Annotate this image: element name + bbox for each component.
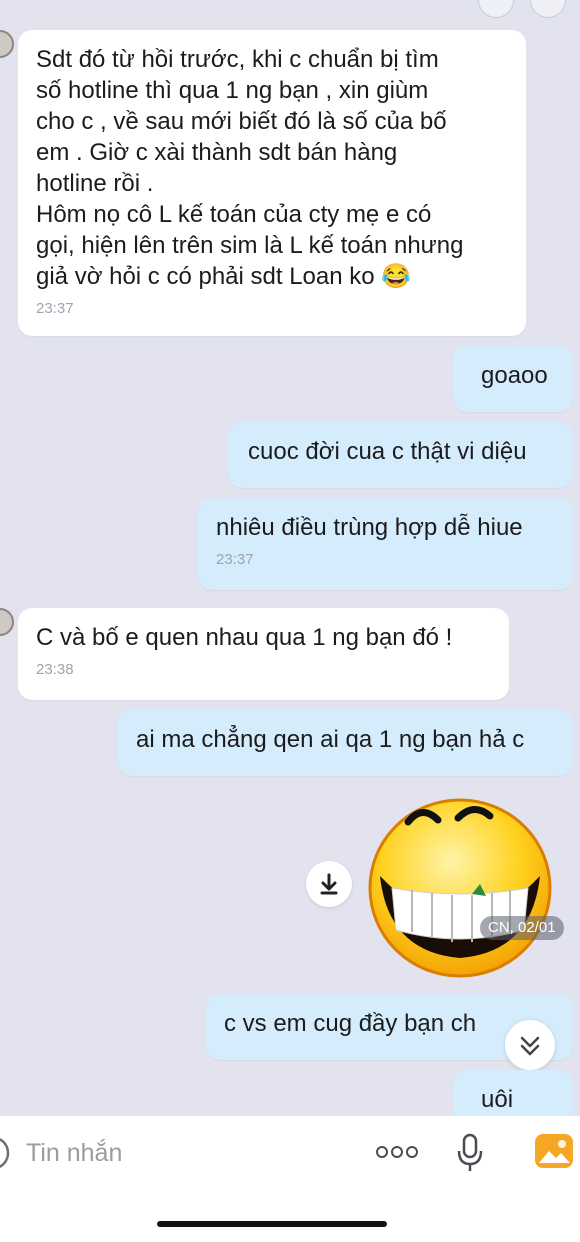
message-text: Sdt đó từ hồi trước, khi c chuẩn bị tìm … xyxy=(36,46,464,290)
gallery-icon[interactable] xyxy=(534,1133,574,1169)
chevron-double-down-icon xyxy=(520,1036,540,1056)
sender-avatar[interactable] xyxy=(0,30,14,58)
sticker-message[interactable] xyxy=(360,780,580,980)
home-indicator xyxy=(157,1221,387,1227)
message-time: 23:38 xyxy=(36,661,74,678)
message-bubble-outgoing[interactable]: ai ma chẳng qen ai qa 1 ng bạn hả c xyxy=(118,710,573,776)
message-bubble-outgoing[interactable]: uôi xyxy=(453,1070,573,1116)
message-text: goaoo xyxy=(481,362,548,389)
message-bubble-outgoing[interactable]: cuoc đời cua c thật vi diệu xyxy=(228,422,573,488)
chat-message-list[interactable]: Sdt đó từ hồi trước, khi c chuẩn bị tìm … xyxy=(0,0,580,1116)
message-time: 23:37 xyxy=(36,300,74,317)
message-bubble-incoming[interactable]: Sdt đó từ hồi trước, khi c chuẩn bị tìm … xyxy=(18,30,526,336)
message-text: ai ma chẳng qen ai qa 1 ng bạn hả c xyxy=(136,726,525,753)
download-icon xyxy=(320,873,338,895)
top-action-icon-left[interactable] xyxy=(478,0,514,18)
sender-avatar[interactable] xyxy=(0,608,14,636)
message-text: C và bố e quen nhau qua 1 ng bạn đó ! xyxy=(36,624,453,651)
emoji-icon[interactable] xyxy=(0,1136,12,1170)
download-button[interactable] xyxy=(306,861,352,907)
top-action-icon-right[interactable] xyxy=(530,0,566,18)
scroll-to-bottom-button[interactable] xyxy=(505,1020,555,1070)
more-dots-icon[interactable] xyxy=(374,1142,420,1162)
message-composer: Tin nhắn xyxy=(0,1116,580,1242)
message-input[interactable]: Tin nhắn xyxy=(26,1137,122,1169)
date-badge: CN, 02/01 xyxy=(480,916,564,940)
message-text: uôi xyxy=(481,1086,514,1113)
message-bubble-outgoing[interactable]: nhiêu điều trùng hợp dễ hiue 23:37 xyxy=(198,498,573,590)
message-bubble-incoming[interactable]: C và bố e quen nhau qua 1 ng bạn đó ! 23… xyxy=(18,608,509,700)
message-time: 23:37 xyxy=(216,551,254,568)
grinning-emoji-sticker xyxy=(368,798,552,978)
message-text: nhiêu điều trùng hợp dễ hiue xyxy=(216,514,523,541)
message-bubble-outgoing[interactable]: goaoo xyxy=(453,346,573,412)
message-text: cuoc đời cua c thật vi diệu xyxy=(248,438,527,465)
microphone-icon[interactable] xyxy=(455,1133,485,1173)
